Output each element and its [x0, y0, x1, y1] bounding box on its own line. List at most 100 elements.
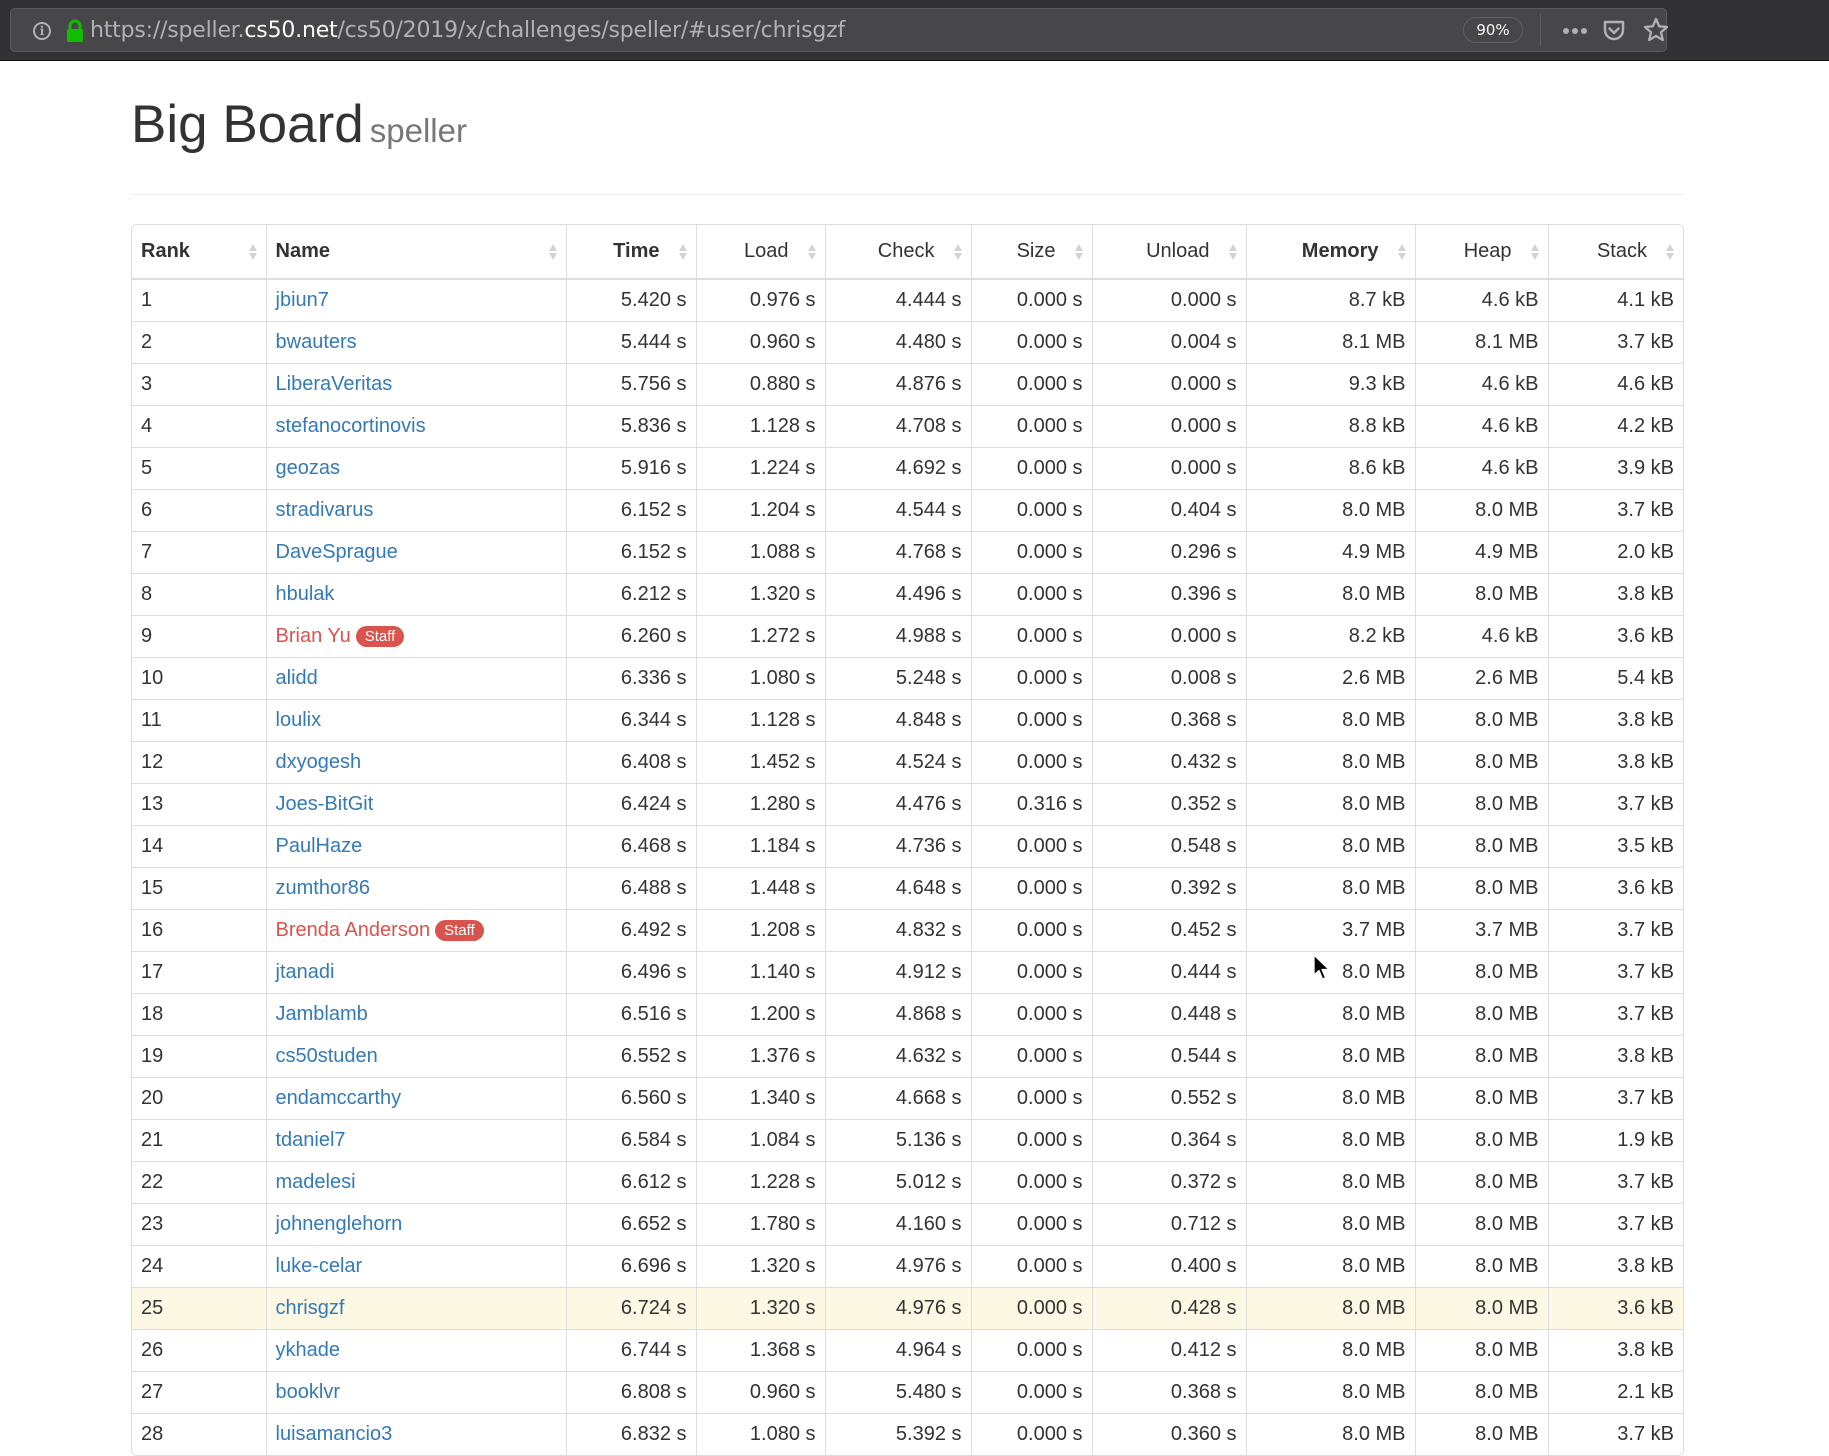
url-bar-divider: [1540, 14, 1541, 46]
unload-cell: 0.548 s: [1091, 824, 1246, 867]
user-link[interactable]: endamccarthy: [276, 1087, 402, 1109]
user-link[interactable]: geozas: [276, 457, 341, 479]
more-icon[interactable]: [1561, 19, 1589, 43]
user-link[interactable]: Brenda Anderson: [276, 919, 431, 941]
user-link[interactable]: jbiun7: [276, 289, 329, 311]
table-row: 14 PaulHaze 6.468 s 1.184 s 4.736 s 0.000 s 0.…: [132, 824, 1683, 867]
column-header-size[interactable]: Size: [970, 225, 1092, 280]
user-link[interactable]: Jamblamb: [276, 1003, 368, 1025]
user-link[interactable]: Brian Yu: [276, 625, 351, 647]
zoom-level-button[interactable]: 90%: [1463, 17, 1523, 43]
table-row: 5 geozas 5.916 s 1.224 s 4.692 s 0.000 s 0.000…: [132, 446, 1683, 489]
column-header-rank[interactable]: Rank: [132, 225, 266, 280]
unload-cell: 0.000 s: [1091, 362, 1246, 405]
time-cell: 6.832 s: [565, 1412, 696, 1455]
table-row: 10 alidd 6.336 s 1.080 s 5.248 s 0.000 s 0.008…: [132, 656, 1683, 699]
name-cell: luisamancio3: [265, 1412, 566, 1455]
user-link[interactable]: ykhade: [276, 1339, 341, 1361]
user-link[interactable]: PaulHaze: [276, 835, 363, 857]
user-link[interactable]: Joes-BitGit: [276, 793, 374, 815]
unload-cell: 0.400 s: [1091, 1244, 1246, 1287]
user-link[interactable]: LiberaVeritas: [276, 373, 393, 395]
user-link[interactable]: DaveSprague: [276, 541, 398, 563]
sort-icon: [548, 244, 557, 260]
rank-cell: 13: [132, 782, 266, 825]
user-link[interactable]: chrisgzf: [276, 1297, 345, 1319]
column-header-load[interactable]: Load: [695, 225, 825, 280]
column-header-time[interactable]: Time: [565, 225, 696, 280]
lock-icon[interactable]: [65, 19, 85, 43]
info-icon[interactable]: i: [33, 22, 51, 40]
time-cell: 6.492 s: [565, 908, 696, 951]
user-link[interactable]: tdaniel7: [276, 1129, 346, 1151]
size-cell: 0.000 s: [970, 656, 1092, 699]
user-link[interactable]: zumthor86: [276, 877, 371, 899]
user-link[interactable]: luisamancio3: [276, 1423, 393, 1445]
pocket-icon[interactable]: [1602, 19, 1626, 43]
load-cell: 1.780 s: [695, 1202, 825, 1245]
memory-cell: 8.2 kB: [1245, 614, 1415, 657]
check-cell: 4.964 s: [824, 1328, 971, 1371]
user-link[interactable]: madelesi: [276, 1171, 356, 1193]
user-link[interactable]: johnenglehorn: [276, 1213, 403, 1235]
time-cell: 6.560 s: [565, 1076, 696, 1119]
heap-cell: 4.6 kB: [1414, 279, 1548, 321]
name-cell: ykhade: [265, 1328, 566, 1371]
user-link[interactable]: jtanadi: [276, 961, 335, 983]
size-cell: 0.000 s: [970, 1034, 1092, 1077]
heap-cell: 8.0 MB: [1414, 950, 1548, 993]
load-cell: 1.228 s: [695, 1160, 825, 1203]
rank-cell: 7: [132, 530, 266, 573]
star-icon[interactable]: [1643, 17, 1669, 43]
name-cell: endamccarthy: [265, 1076, 566, 1119]
memory-cell: 8.0 MB: [1245, 1370, 1415, 1413]
check-cell: 4.632 s: [824, 1034, 971, 1077]
column-header-memory[interactable]: Memory: [1245, 225, 1415, 280]
size-cell: 0.000 s: [970, 866, 1092, 909]
time-cell: 6.724 s: [565, 1286, 696, 1329]
column-header-heap[interactable]: Heap: [1414, 225, 1548, 280]
stack-cell: 3.7 kB: [1547, 1160, 1683, 1203]
time-cell: 6.152 s: [565, 488, 696, 531]
user-link[interactable]: alidd: [276, 667, 318, 689]
size-cell: 0.000 s: [970, 1244, 1092, 1287]
column-header-name[interactable]: Name: [265, 225, 566, 280]
user-link[interactable]: luke-celar: [276, 1255, 363, 1277]
unload-cell: 0.396 s: [1091, 572, 1246, 615]
user-link[interactable]: bwauters: [276, 331, 357, 353]
user-link[interactable]: dxyogesh: [276, 751, 362, 773]
user-link[interactable]: hbulak: [276, 583, 335, 605]
time-cell: 6.212 s: [565, 572, 696, 615]
user-link[interactable]: booklvr: [276, 1381, 340, 1403]
check-cell: 4.524 s: [824, 740, 971, 783]
user-link[interactable]: loulix: [276, 709, 322, 731]
unload-cell: 0.392 s: [1091, 866, 1246, 909]
load-cell: 0.960 s: [695, 320, 825, 363]
column-header-stack[interactable]: Stack: [1547, 225, 1683, 280]
browser-toolbar: i https://speller.cs50.net/cs50/2019/x/c…: [0, 0, 1829, 61]
rank-cell: 16: [132, 908, 266, 951]
user-link[interactable]: stefanocortinovis: [276, 415, 426, 437]
url-text[interactable]: https://speller.cs50.net/cs50/2019/x/cha…: [90, 18, 845, 43]
time-cell: 6.344 s: [565, 698, 696, 741]
check-cell: 4.648 s: [824, 866, 971, 909]
table-row: 26 ykhade 6.744 s 1.368 s 4.964 s 0.000 s 0.41…: [132, 1328, 1683, 1371]
sort-icon: [248, 244, 257, 260]
size-cell: 0.000 s: [970, 1412, 1092, 1455]
stack-cell: 2.0 kB: [1547, 530, 1683, 573]
memory-cell: 8.0 MB: [1245, 488, 1415, 531]
leaderboard: Rank Name Time Load Check Size Unload Me…: [131, 224, 1684, 1456]
table-row: 7 DaveSprague 6.152 s 1.088 s 4.768 s 0.000 s…: [132, 530, 1683, 573]
table-row: 22 madelesi 6.612 s 1.228 s 5.012 s 0.000 s 0.…: [132, 1160, 1683, 1203]
size-cell: 0.316 s: [970, 782, 1092, 825]
user-link[interactable]: cs50studen: [276, 1045, 378, 1067]
url-bar[interactable]: i https://speller.cs50.net/cs50/2019/x/c…: [10, 8, 1669, 52]
load-cell: 1.272 s: [695, 614, 825, 657]
time-cell: 6.652 s: [565, 1202, 696, 1245]
stack-cell: 3.9 kB: [1547, 446, 1683, 489]
size-cell: 0.000 s: [970, 1202, 1092, 1245]
column-header-check[interactable]: Check: [824, 225, 971, 280]
user-link[interactable]: stradivarus: [276, 499, 374, 521]
column-header-unload[interactable]: Unload: [1091, 225, 1246, 280]
heap-cell: 8.0 MB: [1414, 1412, 1548, 1455]
